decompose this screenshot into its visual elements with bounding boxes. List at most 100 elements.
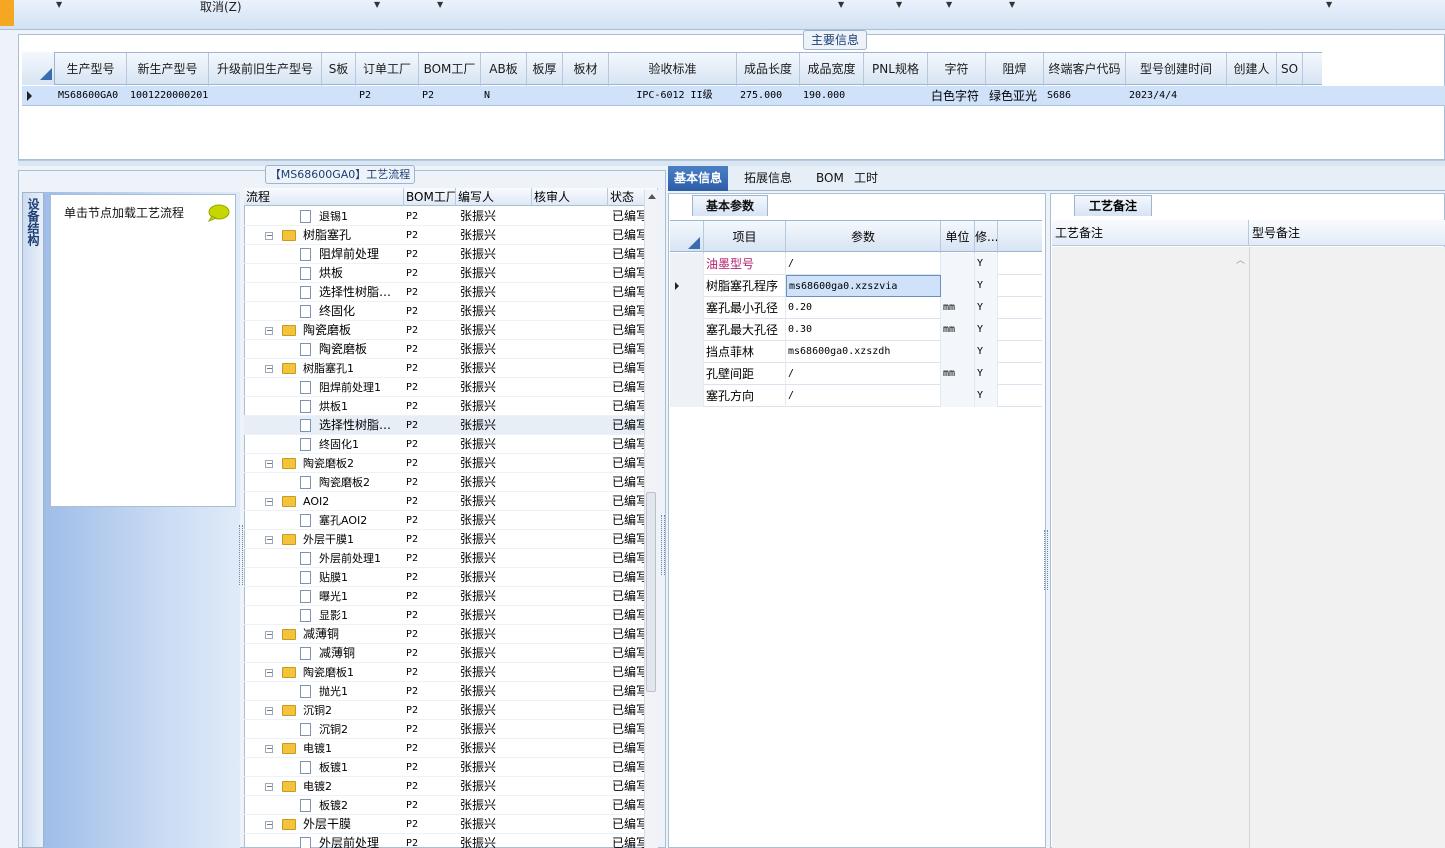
row-indicator[interactable]	[670, 275, 704, 297]
col-header[interactable]: 板厚	[527, 53, 563, 86]
param-row[interactable]: 孔壁间距 / mm Y	[670, 363, 1042, 385]
tree-row[interactable]: − 陶瓷磨板1 P2 张振兴 已编写	[244, 663, 644, 682]
col-header[interactable]: 创建人	[1227, 53, 1277, 86]
table-cell[interactable]: P2	[419, 86, 481, 106]
row-indicator[interactable]	[670, 253, 704, 275]
scroll-up-icon[interactable]	[648, 194, 656, 199]
table-cell[interactable]	[527, 86, 563, 106]
collapse-icon[interactable]: −	[265, 365, 273, 373]
table-cell[interactable]	[322, 86, 356, 106]
collapse-icon[interactable]: −	[265, 783, 273, 791]
tree-row[interactable]: 曝光1 P2 张振兴 已编写	[244, 587, 644, 606]
col-header[interactable]: 型号创建时间	[1126, 53, 1227, 86]
tree-row[interactable]: − 电镀1 P2 张振兴 已编写	[244, 739, 644, 758]
tree-row[interactable]: − 沉铜2 P2 张振兴 已编写	[244, 701, 644, 720]
tree-row[interactable]: 塞孔AOI2 P2 张振兴 已编写	[244, 511, 644, 530]
tree-row[interactable]: − 陶瓷磨板2 P2 张振兴 已编写	[244, 454, 644, 473]
chevron-down-icon[interactable]: ▼	[1326, 0, 1332, 9]
chevron-down-icon[interactable]: ▼	[1009, 0, 1015, 9]
table-cell[interactable]	[563, 86, 609, 106]
param-cell-param[interactable]: /	[786, 253, 941, 275]
col-header[interactable]: 板材	[563, 53, 609, 86]
tree-row[interactable]: 板镀1 P2 张振兴 已编写	[244, 758, 644, 777]
col-header[interactable]: S板	[322, 53, 356, 86]
param-row[interactable]: 塞孔最大孔径 0.30 mm Y	[670, 319, 1042, 341]
col-header[interactable]: BOM工厂	[404, 188, 456, 206]
tree-row[interactable]: 陶瓷磨板2 P2 张振兴 已编写	[244, 473, 644, 492]
param-cell-param[interactable]: 0.30	[786, 319, 941, 341]
table-cell[interactable]	[1227, 86, 1277, 106]
col-header-process-note[interactable]: 工艺备注	[1052, 220, 1249, 246]
table-cell[interactable]: IPC-6012 II级	[609, 86, 737, 106]
grid-corner[interactable]	[670, 221, 704, 253]
col-header[interactable]: 终端客户代码	[1044, 53, 1126, 86]
table-cell[interactable]: 10012200002015	[127, 86, 209, 106]
param-cell-param[interactable]: ms68600ga0.xzszdh	[786, 341, 941, 363]
grid-corner[interactable]	[22, 52, 55, 85]
table-cell[interactable]: 2023/4/4	[1126, 86, 1227, 106]
col-header[interactable]: 生产型号	[55, 53, 127, 86]
col-header[interactable]: PNL规格	[864, 53, 928, 86]
tree-row[interactable]: − 树脂塞孔1 P2 张振兴 已编写	[244, 359, 644, 378]
tree-row[interactable]: 烘板1 P2 张振兴 已编写	[244, 397, 644, 416]
col-header-unit[interactable]: 单位	[941, 221, 975, 253]
table-cell[interactable]: 275.000	[737, 86, 800, 106]
param-row[interactable]: 塞孔方向 / Y	[670, 385, 1042, 407]
param-cell-param[interactable]: /	[786, 363, 941, 385]
tab-process-notes[interactable]: 工艺备注	[1074, 195, 1152, 216]
tree-row[interactable]: 外层前处理1 P2 张振兴 已编写	[244, 549, 644, 568]
tree-row[interactable]: 显影1 P2 张振兴 已编写	[244, 606, 644, 625]
col-header[interactable]: 核审人	[532, 188, 608, 206]
splitter-grip[interactable]	[239, 525, 243, 585]
tree-row[interactable]: − 树脂塞孔 P2 张振兴 已编写	[244, 226, 644, 245]
collapse-icon[interactable]: −	[265, 460, 273, 468]
col-header-item[interactable]: 项目	[704, 221, 786, 253]
tab-extended-info[interactable]: 拓展信息	[738, 166, 798, 191]
tree-row[interactable]: 阻焊前处理1 P2 张振兴 已编写	[244, 378, 644, 397]
table-cell[interactable]	[1277, 86, 1303, 106]
table-row[interactable]: MS68600GA0 10012200002015 P2 P2 N IPC-6012 II…	[22, 86, 1445, 106]
param-row[interactable]: 油墨型号 / Y	[670, 253, 1042, 275]
col-header-param[interactable]: 参数	[786, 221, 941, 253]
tree-row[interactable]: 沉铜2 P2 张振兴 已编写	[244, 720, 644, 739]
table-cell[interactable]	[209, 86, 322, 106]
col-header[interactable]: 验收标准	[609, 53, 737, 86]
tree-row[interactable]: − 外层干膜1 P2 张振兴 已编写	[244, 530, 644, 549]
tree-row[interactable]: − 陶瓷磨板 P2 张振兴 已编写	[244, 321, 644, 340]
collapse-icon[interactable]: −	[265, 669, 273, 677]
param-cell-param[interactable]: 0.20	[786, 297, 941, 319]
param-row[interactable]: 树脂塞孔程序 ms68600ga0.xzszvia Y	[670, 275, 1042, 297]
table-cell[interactable]: S686	[1044, 86, 1126, 106]
chevron-down-icon[interactable]: ▼	[946, 0, 952, 9]
tree-row[interactable]: 退锡1 P2 张振兴 已编写	[244, 207, 644, 226]
col-header-modify[interactable]: 修...	[975, 221, 998, 253]
param-row[interactable]: 塞孔最小孔径 0.20 mm Y	[670, 297, 1042, 319]
collapse-icon[interactable]: −	[265, 327, 273, 335]
collapse-icon[interactable]: −	[265, 745, 273, 753]
scrollbar-thumb[interactable]	[646, 492, 656, 692]
chevron-down-icon[interactable]: ▼	[374, 0, 380, 9]
table-cell[interactable]: 190.000	[800, 86, 864, 106]
col-header[interactable]: AB板	[481, 53, 527, 86]
splitter-grip[interactable]	[661, 515, 665, 575]
collapse-icon[interactable]: −	[265, 631, 273, 639]
tree-row[interactable]: 选择性树脂… P2 张振兴 已编写	[244, 283, 644, 302]
tree-row[interactable]: 终固化 P2 张振兴 已编写	[244, 302, 644, 321]
table-cell[interactable]: P2	[356, 86, 419, 106]
tree-row[interactable]: 减薄铜 P2 张振兴 已编写	[244, 644, 644, 663]
scroll-up-icon[interactable]: ︿	[1236, 253, 1245, 266]
param-row[interactable]: 挡点菲林 ms68600ga0.xzszdh Y	[670, 341, 1042, 363]
tree-row[interactable]: 终固化1 P2 张振兴 已编写	[244, 435, 644, 454]
tree-row[interactable]: 板镀2 P2 张振兴 已编写	[244, 796, 644, 815]
col-header[interactable]: 成品长度	[737, 53, 800, 86]
row-indicator[interactable]	[670, 319, 704, 341]
col-header[interactable]: 阻焊	[986, 53, 1044, 86]
col-header[interactable]: 成品宽度	[800, 53, 864, 86]
param-cell-param[interactable]: /	[786, 385, 941, 407]
tree-row[interactable]: − 外层干膜 P2 张振兴 已编写	[244, 815, 644, 834]
col-header[interactable]: 新生产型号	[127, 53, 209, 86]
chevron-down-icon[interactable]: ▼	[838, 0, 844, 9]
scrollbar[interactable]: ︿	[1232, 247, 1248, 848]
tree-row[interactable]: − 减薄铜 P2 张振兴 已编写	[244, 625, 644, 644]
tab-work-hours[interactable]: 工时	[848, 166, 884, 191]
